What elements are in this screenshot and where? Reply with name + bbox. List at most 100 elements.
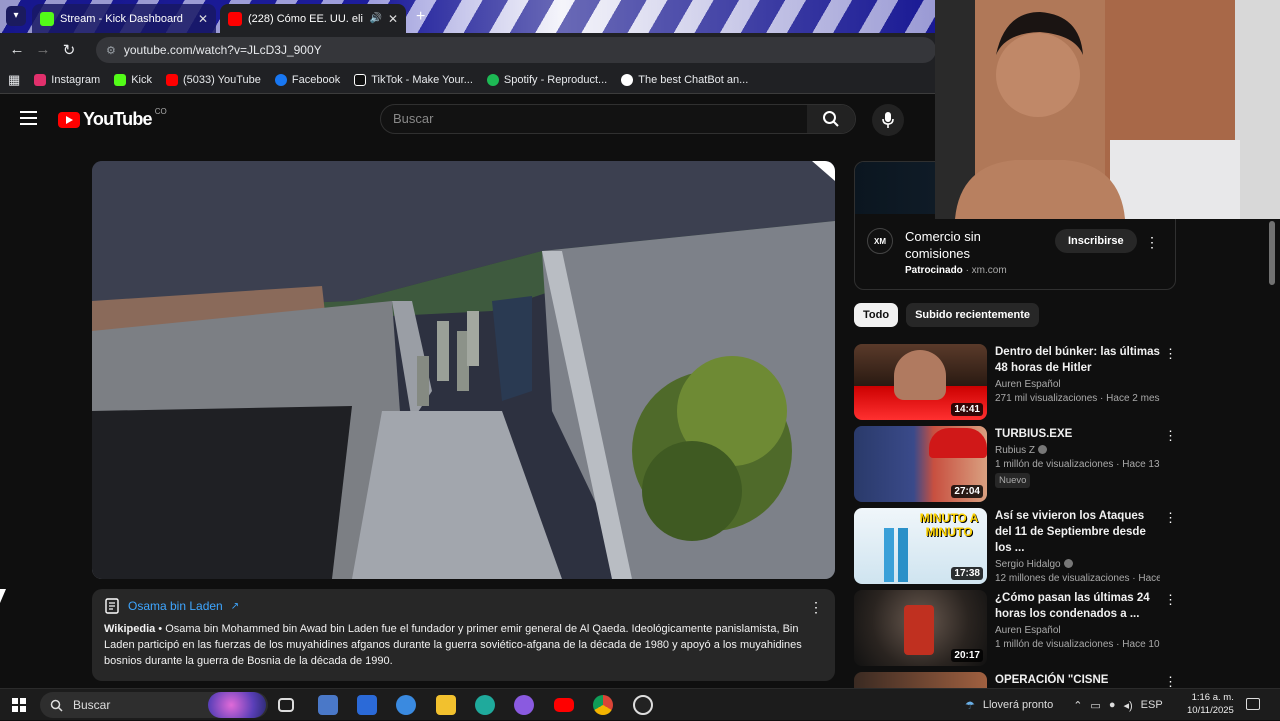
menu-icon[interactable]: [20, 111, 37, 125]
copilot-icon[interactable]: [514, 695, 534, 715]
site-info-icon[interactable]: ⚙: [106, 44, 116, 57]
chip-todo[interactable]: Todo: [854, 303, 899, 327]
recommended-video[interactable]: OPERACIÓN "CISNE NEGRO": La ⋮: [854, 672, 1184, 688]
video-title[interactable]: Así se vivieron los Ataques del 11 de Se…: [995, 508, 1160, 556]
recommended-video[interactable]: 14:41 Dentro del búnker: las últimas 48 …: [854, 344, 1184, 420]
bookmark-label: Spotify - Reproduct...: [503, 73, 608, 86]
info-panel-title[interactable]: Osama bin Laden: [128, 599, 223, 613]
recommended-video[interactable]: MINUTO A MINUTO 17:38 Así se vivieron lo…: [854, 508, 1184, 584]
obs-icon[interactable]: [633, 695, 653, 715]
more-options-icon[interactable]: ⋮: [809, 599, 823, 616]
video-duration: 17:38: [951, 567, 983, 580]
sponsored-label: Patrocinado: [905, 265, 963, 276]
country-code: CO: [154, 107, 167, 116]
more-options-icon[interactable]: ⋮: [1164, 674, 1177, 688]
weather-icon[interactable]: ☂: [965, 699, 975, 712]
bookmark-label: The best ChatBot an...: [638, 73, 749, 86]
ad-title[interactable]: Comercio sin comisiones: [905, 228, 1045, 262]
bookmark-chatbot[interactable]: The best ChatBot an...: [621, 73, 749, 86]
scrollbar-thumb[interactable]: [1269, 221, 1275, 285]
taskbar-clock[interactable]: 1:16 a. m. 10/11/2025: [1187, 691, 1234, 717]
edge-icon[interactable]: [475, 695, 495, 715]
weather-text[interactable]: Lloverá pronto: [983, 699, 1053, 711]
photo-editor-icon[interactable]: [318, 695, 338, 715]
channel-name[interactable]: Auren Español: [995, 625, 1160, 636]
search-box: Buscar: [380, 104, 856, 134]
video-thumbnail[interactable]: 27:04: [854, 426, 987, 502]
new-tab-button[interactable]: +: [416, 8, 425, 26]
notifications-icon[interactable]: [1246, 698, 1260, 710]
video-title[interactable]: ¿Cómo pasan las últimas 24 horas los con…: [995, 590, 1160, 622]
monitor-icon[interactable]: ▭: [1090, 699, 1100, 712]
more-options-icon[interactable]: ⋮: [1164, 592, 1177, 608]
tab-kick-dashboard[interactable]: Stream - Kick Dashboard ✕: [32, 4, 216, 33]
recommended-video[interactable]: 20:17 ¿Cómo pasan las últimas 24 horas l…: [854, 590, 1184, 666]
video-thumbnail[interactable]: [854, 672, 987, 688]
verified-icon: [1038, 445, 1048, 454]
clock-time: 1:16 a. m.: [1191, 692, 1234, 703]
search-input[interactable]: Buscar: [381, 105, 807, 133]
vpn-icon[interactable]: [396, 695, 416, 715]
search-button[interactable]: [807, 105, 855, 133]
video-title[interactable]: OPERACIÓN "CISNE NEGRO": La: [995, 672, 1160, 688]
youtube-logo[interactable]: YouTube CO: [58, 107, 167, 130]
video-player[interactable]: [92, 161, 835, 579]
speaker-icon[interactable]: 🔊: [369, 13, 381, 24]
info-panel-body: Wikipedia • Osama bin Mohammed bin Awad …: [104, 621, 823, 669]
tab-youtube-video[interactable]: (228) Cómo EE. UU. eliminó 🔊 ✕: [220, 4, 406, 33]
tab-search-icon[interactable]: ▾: [6, 6, 26, 26]
more-options-icon[interactable]: ⋮: [1164, 346, 1177, 362]
video-thumbnail[interactable]: 20:17: [854, 590, 987, 666]
page-scrollbar[interactable]: [1268, 221, 1276, 687]
close-icon[interactable]: ✕: [198, 12, 208, 26]
search-icon: [823, 111, 839, 127]
bookmark-youtube[interactable]: (5033) YouTube: [166, 73, 261, 86]
chevron-up-icon[interactable]: ⌃: [1073, 699, 1082, 712]
bookmark-spotify[interactable]: Spotify - Reproduct...: [486, 73, 608, 86]
more-options-icon[interactable]: ⋮: [1164, 428, 1177, 444]
close-icon[interactable]: ✕: [388, 12, 398, 26]
video-stats: 12 millones de visualizaciones · Hace 1 …: [995, 573, 1160, 584]
apps-grid-icon[interactable]: ▦: [8, 72, 20, 88]
taskbar-search[interactable]: Buscar: [40, 692, 268, 718]
video-thumbnail[interactable]: MINUTO A MINUTO 17:38: [854, 508, 987, 584]
ad-subscribe-button[interactable]: Inscribirse: [1055, 229, 1137, 253]
recommended-video[interactable]: 27:04 TURBIUS.EXE Rubius Z 1 millón de v…: [854, 426, 1184, 502]
video-title[interactable]: Dentro del búnker: las últimas 48 horas …: [995, 344, 1160, 376]
bookmark-tiktok[interactable]: TikTok - Make Your...: [354, 73, 473, 86]
external-link-icon[interactable]: ↗: [231, 601, 239, 612]
store-icon[interactable]: [357, 695, 377, 715]
browser-tab-strip: ▾ Stream - Kick Dashboard ✕ (228) Cómo E…: [0, 0, 935, 33]
reload-icon[interactable]: ↻: [56, 41, 82, 59]
chip-recent[interactable]: Subido recientemente: [906, 303, 1039, 327]
verified-icon: [1063, 559, 1073, 568]
windows-taskbar: Buscar ☂ Lloverá pronto ⌃ ▭ ● ◂) ESP 1:1…: [0, 688, 1280, 720]
address-bar[interactable]: ⚙ youtube.com/watch?v=JLcD3J_900Y: [96, 37, 936, 63]
youtube-app-icon[interactable]: [554, 698, 574, 712]
channel-name[interactable]: Auren Español: [995, 379, 1160, 390]
video-title[interactable]: TURBIUS.EXE: [995, 426, 1160, 442]
more-options-icon[interactable]: ⋮: [1145, 234, 1159, 251]
channel-label: Sergio Hidalgo: [995, 559, 1061, 570]
volume-icon[interactable]: ◂): [1123, 699, 1132, 712]
chrome-icon[interactable]: [593, 695, 613, 715]
info-panel-source[interactable]: Wikipedia: [104, 623, 155, 635]
voice-search-button[interactable]: [872, 104, 904, 136]
bookmark-instagram[interactable]: Instagram: [34, 73, 100, 86]
back-icon[interactable]: ←: [4, 41, 30, 58]
channel-name[interactable]: Rubius Z: [995, 445, 1160, 456]
forward-icon[interactable]: →: [30, 41, 56, 58]
task-view-icon[interactable]: [278, 698, 294, 712]
microphone-icon[interactable]: ●: [1109, 699, 1116, 711]
language-indicator[interactable]: ESP: [1141, 699, 1163, 711]
file-explorer-icon[interactable]: [436, 695, 456, 715]
more-options-icon[interactable]: ⋮: [1164, 510, 1177, 526]
webcam-overlay: [935, 0, 1280, 219]
bookmark-kick[interactable]: Kick: [114, 73, 152, 86]
windows-start-icon[interactable]: [12, 698, 26, 712]
spotify-icon: [486, 73, 499, 86]
video-thumbnail[interactable]: 14:41: [854, 344, 987, 420]
channel-name[interactable]: Sergio Hidalgo: [995, 559, 1160, 570]
bookmark-facebook[interactable]: Facebook: [274, 73, 340, 86]
video-duration: 14:41: [951, 403, 983, 416]
